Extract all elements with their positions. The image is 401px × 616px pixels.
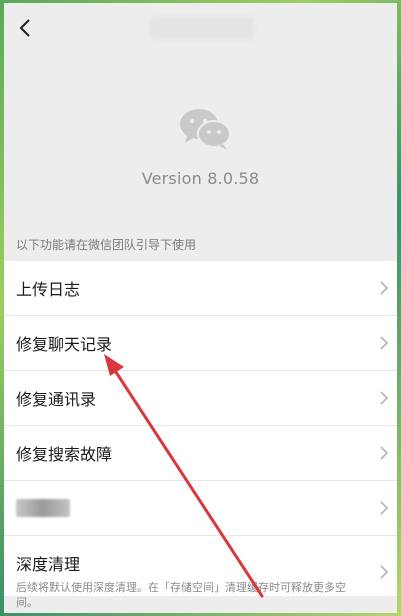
menu-item-label: 修复搜索故障 (16, 445, 113, 464)
chevron-right-icon (377, 335, 391, 351)
menu-item-label: 深度清理 (16, 555, 81, 574)
wechat-about-screen: Version 8.0.58 以下功能请在微信团队引导下使用 上传日志 修复聊天… (4, 3, 397, 613)
menu-list: 上传日志 修复聊天记录 修复通讯录 修复搜索故障 深度清理 后续将默认使用深度清… (4, 261, 397, 609)
chevron-right-icon (377, 500, 391, 516)
menu-item-repair-chat-history[interactable]: 修复聊天记录 (4, 316, 397, 371)
chevron-right-icon (377, 445, 391, 461)
chevron-right-icon (377, 280, 391, 296)
chevron-left-icon (19, 19, 30, 37)
version-text: Version 8.0.58 (141, 169, 260, 188)
blurred-label (16, 499, 70, 517)
top-bar (4, 3, 397, 55)
menu-item-repair-search[interactable]: 修复搜索故障 (4, 426, 397, 481)
menu-item-description: 后续将默认使用深度清理。在「存储空间」清理缓存时可释放更多空间。 (16, 581, 346, 609)
chevron-right-icon (377, 390, 391, 406)
chevron-right-icon (377, 564, 391, 580)
menu-item-upload-logs[interactable]: 上传日志 (4, 261, 397, 316)
blurred-title (150, 17, 254, 39)
menu-item-label: 修复聊天记录 (16, 335, 113, 354)
menu-item-repair-contacts[interactable]: 修复通讯录 (4, 371, 397, 426)
section-hint: 以下功能请在微信团队引导下使用 (16, 238, 197, 252)
menu-item-label: 修复通讯录 (16, 390, 97, 409)
back-button[interactable] (12, 15, 38, 41)
menu-item-deep-clean[interactable]: 深度清理 后续将默认使用深度清理。在「存储空间」清理缓存时可释放更多空间。 (4, 536, 397, 609)
wechat-logo-icon (180, 109, 231, 150)
menu-item-blurred[interactable] (4, 481, 397, 536)
menu-item-label: 上传日志 (16, 280, 81, 299)
